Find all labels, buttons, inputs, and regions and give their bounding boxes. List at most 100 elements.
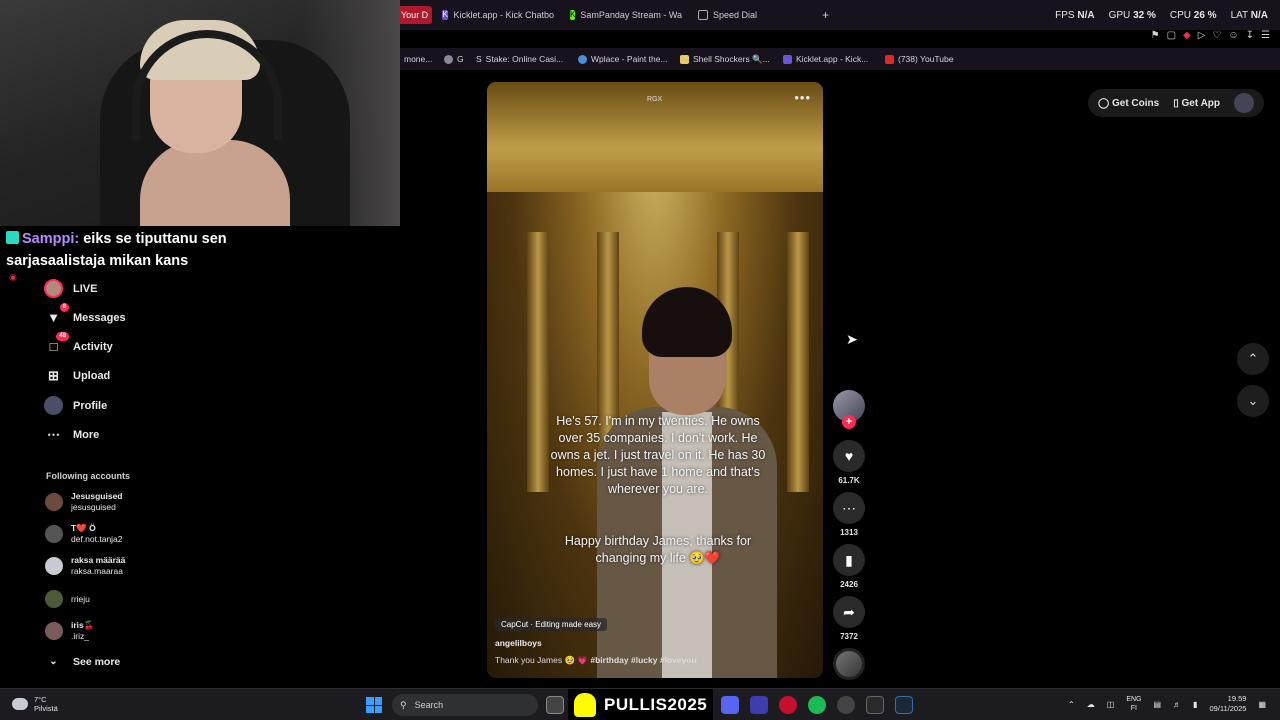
network-icon[interactable]: ▤ <box>1153 700 1161 709</box>
sidebar-item-upload[interactable]: ⊞ Upload <box>44 366 110 385</box>
bookmark-wplace[interactable]: Wplace - Paint the... <box>578 54 668 64</box>
tab-label: Kicklet.app - Kick Chatbo <box>453 10 554 20</box>
microphone-icon[interactable]: ◫ <box>1107 700 1115 709</box>
see-more-button[interactable]: ⌄ See more <box>44 652 120 671</box>
following-account[interactable]: T❤️ Ödef.not.tanja2 <box>45 523 123 545</box>
hashtag[interactable]: #loveyou <box>660 655 697 665</box>
video-player[interactable]: RGX ••• He's 57. I'm in my twenties. He … <box>487 82 823 678</box>
avatar <box>45 622 63 640</box>
previous-video-button[interactable]: ⌃ <box>1237 343 1269 375</box>
fps-label: FPS <box>1055 10 1075 21</box>
weather-widget[interactable]: 7°C Pilvistä <box>12 695 58 713</box>
bookmark-kicklet[interactable]: Kicklet.app - Kick... <box>783 54 868 64</box>
pin-icon[interactable]: ⚑ <box>1151 30 1160 44</box>
steam-icon[interactable] <box>895 696 913 714</box>
tab-label: Your D <box>401 10 429 20</box>
browser-toolbar: ⚑ ▢ ◆ ▷ ♡ ☺ ↧ ☰ <box>1151 30 1270 44</box>
follow-button[interactable]: + <box>842 415 856 429</box>
share-button[interactable]: ➦ 7372 <box>833 596 865 641</box>
battery-icon[interactable]: ▮ <box>1193 700 1197 709</box>
sidebar-item-live[interactable]: LIVE <box>44 279 97 298</box>
tab-speed-dial[interactable]: Speed Dial <box>698 6 788 24</box>
bookmark-youtube[interactable]: (738) YouTube <box>885 54 953 64</box>
account-name: iris🍒 <box>71 620 95 630</box>
tab-label: SamPanday Stream - Wa <box>580 10 682 20</box>
cloud-icon[interactable]: ☁ <box>1087 700 1095 709</box>
heart-icon[interactable]: ♡ <box>1212 30 1221 44</box>
language-indicator[interactable]: ENG FI <box>1126 695 1141 713</box>
globe-icon <box>578 54 587 64</box>
epic-games-icon[interactable] <box>866 696 884 714</box>
following-account[interactable]: rrieju <box>45 590 90 608</box>
header-actions: ◯ Get Coins ▯ Get App <box>1088 89 1264 117</box>
discord-icon[interactable] <box>721 696 739 714</box>
sidebar-item-label: Upload <box>73 369 111 382</box>
snapshot-icon[interactable]: ▢ <box>1167 30 1176 44</box>
sidebar-item-messages[interactable]: ▼ 8 Messages <box>44 303 126 327</box>
sidebar-item-activity[interactable]: □ 48 Activity <box>44 332 113 356</box>
opera-gx-icon[interactable] <box>779 696 797 714</box>
date: 09/11/2025 <box>1209 704 1247 713</box>
volume-icon[interactable]: ♬ <box>1173 700 1181 709</box>
obs-icon[interactable] <box>837 696 855 714</box>
description-text: Thank you James 🥹 💗 <box>495 655 588 665</box>
promo-banner: PULLIS2025 <box>568 689 713 720</box>
video-more-button[interactable]: ••• <box>794 90 811 105</box>
app-icon[interactable] <box>750 696 768 714</box>
download-icon[interactable]: ↧ <box>1246 30 1254 44</box>
following-account[interactable]: raksa määrää raksa.maaraa <box>45 555 125 577</box>
hashtag[interactable]: #lucky <box>631 655 657 665</box>
video-username[interactable]: angelilboys <box>495 638 542 648</box>
webcam-overlay <box>0 0 400 226</box>
more-icon: ⋯ <box>47 426 60 442</box>
save-button[interactable]: ▮ 2426 <box>833 544 865 589</box>
hashtag[interactable]: #birthday <box>590 655 628 665</box>
bookmark-money[interactable]: mone... <box>404 54 432 64</box>
tab-sampanday[interactable]: K SamPanday Stream - Wa <box>570 6 682 24</box>
chevron-up-icon[interactable]: ⌃ <box>1068 700 1075 709</box>
get-app-button[interactable]: ▯ Get App <box>1173 98 1220 109</box>
cpu-label: CPU <box>1169 10 1191 21</box>
activity-icon: □ 48 <box>44 332 69 356</box>
sidebar-item-profile[interactable]: Profile <box>44 396 107 415</box>
menu-icon[interactable]: ☰ <box>1261 30 1270 44</box>
new-tab-button[interactable]: + <box>822 6 834 24</box>
clock[interactable]: 19.59 09/11/2025 <box>1209 694 1246 714</box>
comment-button[interactable]: ⋯ 1313 <box>833 492 865 537</box>
music-disc[interactable] <box>833 648 865 680</box>
account-handle: .iriz_ <box>71 631 89 641</box>
lat-stat: LAT N/A <box>1231 10 1268 21</box>
account-names: Jesusguised jesusguised <box>71 491 123 513</box>
temperature: 7°C <box>34 695 47 704</box>
performance-stats: FPS N/A GPU 32 % CPU 26 % LAT N/A <box>1055 10 1268 21</box>
taskbar-search[interactable]: ⚲ Search <box>392 694 538 716</box>
play-icon[interactable]: ▷ <box>1198 30 1206 44</box>
bookmark-g[interactable]: G <box>444 54 464 64</box>
following-account[interactable]: Jesusguised jesusguised <box>45 491 123 513</box>
start-button[interactable] <box>366 697 382 713</box>
bookmark-stake[interactable]: S Stake: Online Casi... <box>476 54 563 64</box>
spotify-icon[interactable] <box>808 696 826 714</box>
get-coins-button[interactable]: ◯ Get Coins <box>1098 98 1159 109</box>
weather-text: 7°C Pilvistä <box>34 695 58 713</box>
notification-icon[interactable]: ▦ <box>1258 700 1266 709</box>
bookmark-label: Wplace - Paint the... <box>591 54 668 64</box>
account-icon[interactable]: ☺ <box>1228 30 1238 44</box>
task-view-icon[interactable] <box>546 696 564 714</box>
following-accounts-title: Following accounts <box>46 471 131 481</box>
keyboard-layout: FI <box>1130 705 1138 712</box>
tab-active[interactable]: Your D <box>398 6 432 24</box>
like-button[interactable]: ♥ 61.7K <box>833 440 865 485</box>
bookmark-shell-shockers[interactable]: Shell Shockers 🔍... <box>680 54 770 65</box>
next-video-button[interactable]: ⌄ <box>1237 385 1269 417</box>
capcut-label[interactable]: CapCut · Editing made easy <box>495 618 608 631</box>
sidebar-item-more[interactable]: ⋯ More <box>44 425 99 444</box>
tab-kicklet[interactable]: K Kicklet.app - Kick Chatbo <box>442 6 554 24</box>
user-avatar[interactable] <box>1234 93 1255 113</box>
sidebar-item-label: Activity <box>73 340 113 353</box>
language: ENG <box>1126 696 1142 703</box>
profile-avatar <box>44 396 63 415</box>
shield-icon[interactable]: ◆ <box>1183 30 1191 44</box>
following-account[interactable]: iris🍒 .iriz_ <box>45 620 94 642</box>
account-handle: jesusguised <box>71 502 116 512</box>
